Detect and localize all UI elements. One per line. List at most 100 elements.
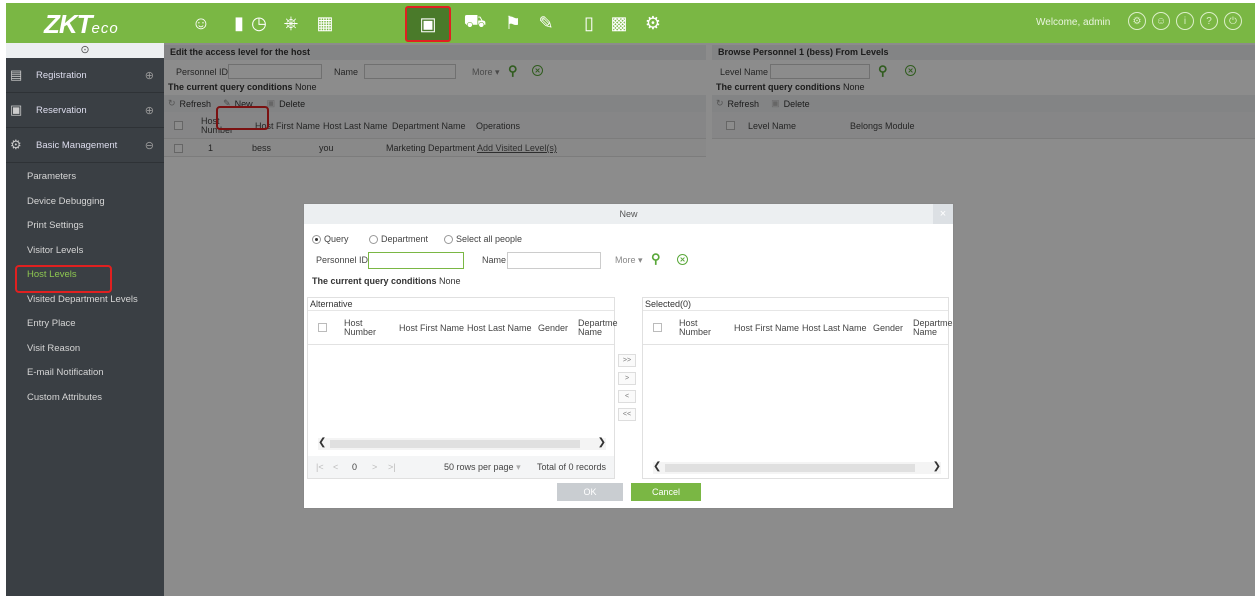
clock-icon[interactable]: ◷ — [246, 10, 272, 36]
pager: |< < 0 > >| 50 rows per page ▾ Total of … — [308, 456, 614, 478]
col-gender[interactable]: Gender — [873, 323, 903, 333]
elevator-icon[interactable]: ⎈ — [278, 10, 304, 36]
expand-icon[interactable]: ⊕ — [145, 69, 154, 82]
col-host-last-name[interactable]: Host Last Name — [802, 323, 867, 333]
horizontal-scrollbar[interactable]: ❮ ❯ — [318, 437, 606, 450]
move-right-button[interactable]: > — [618, 372, 636, 385]
sidebar-item-email-notification[interactable]: E-mail Notification — [6, 361, 164, 386]
visitor-module-icon[interactable]: ▣ — [405, 6, 451, 42]
col-gender[interactable]: Gender — [538, 323, 568, 333]
table-header: Host Number Host First Name Host Last Na… — [643, 311, 953, 345]
sidebar-item-custom-attributes[interactable]: Custom Attributes — [6, 386, 164, 411]
selected-grid: Selected(0) Host Number Host First Name … — [642, 297, 953, 479]
new-dialog: New × Query Department Select all people… — [303, 203, 954, 509]
col-department-name[interactable]: Departme Name — [913, 319, 953, 337]
name-label: Name — [482, 255, 507, 265]
sidebar-section-label: Reservation — [36, 104, 87, 116]
radio-dot — [369, 235, 378, 245]
selected-title: Selected(0) — [643, 298, 948, 311]
scroll-right-icon[interactable]: ❯ — [933, 461, 941, 472]
move-all-left-button[interactable]: << — [618, 408, 636, 421]
top-navigation-bar: ZKTeco ☺ ▮ ◷ ⎈ ▦ ▣ ⛟ ⚑ ✎ ▯ ▩ ⚙ Welcome, … — [6, 3, 1255, 43]
conditions-value: None — [439, 276, 461, 286]
prev-page-icon[interactable]: < — [333, 462, 338, 472]
info-icon[interactable]: i — [1176, 12, 1194, 30]
more-label: More — [615, 255, 636, 265]
radio-dot — [444, 235, 453, 245]
conditions-label: The current query conditions — [312, 276, 437, 286]
scroll-thumb[interactable] — [330, 440, 580, 448]
camera-icon[interactable]: ▩ — [606, 10, 632, 36]
scroll-left-icon[interactable]: ❮ — [653, 461, 661, 472]
horizontal-scrollbar[interactable]: ❮ ❯ — [653, 461, 941, 474]
dialog-titlebar: New × — [304, 204, 953, 224]
highlight-box — [15, 265, 112, 293]
personnel-id-label: Personnel ID — [316, 255, 369, 265]
sidebar-section-label: Basic Management — [36, 139, 118, 151]
document-icon: ▤ — [10, 67, 23, 82]
search-icon[interactable]: ⚲ — [651, 251, 661, 267]
sidebar-section-basic-management[interactable]: ⚙ Basic Management ⊖ — [6, 128, 164, 163]
scroll-left-icon[interactable]: ❮ — [318, 437, 326, 448]
collapse-sidebar-button[interactable]: ⊙ — [6, 43, 164, 58]
select-all-checkbox[interactable] — [318, 323, 327, 332]
monitor-icon: ▣ — [10, 102, 23, 117]
scroll-thumb[interactable] — [665, 464, 915, 472]
card-icon[interactable]: ✎ — [533, 10, 559, 36]
sidebar-section-reservation[interactable]: ▣ Reservation ⊕ — [6, 93, 164, 128]
alternative-title: Alternative — [308, 298, 614, 311]
sidebar-item-device-debugging[interactable]: Device Debugging — [6, 190, 164, 215]
dialog-title: New — [619, 209, 638, 219]
col-department-name[interactable]: Departme Name — [578, 319, 618, 337]
col-host-number[interactable]: Host Number — [679, 319, 711, 337]
gear-icon[interactable]: ⚙ — [1128, 12, 1146, 30]
col-host-first-name[interactable]: Host First Name — [734, 323, 799, 333]
zkteco-logo: ZKTeco — [44, 9, 119, 39]
col-host-first-name[interactable]: Host First Name — [399, 323, 464, 333]
ok-button[interactable]: OK — [557, 483, 623, 501]
first-page-icon[interactable]: |< — [316, 462, 324, 472]
settings-icon[interactable]: ⚙ — [640, 10, 666, 36]
clear-icon[interactable]: ✕ — [677, 254, 688, 265]
collapse-icon[interactable]: ⊖ — [145, 139, 154, 152]
next-page-icon[interactable]: > — [372, 462, 377, 472]
phone-icon[interactable]: ▯ — [576, 10, 602, 36]
user-icon[interactable]: ☺ — [1152, 12, 1170, 30]
page-number[interactable]: 0 — [352, 462, 357, 472]
close-icon[interactable]: × — [933, 204, 953, 224]
help-icon[interactable]: ? — [1200, 12, 1218, 30]
barcode-icon[interactable]: ▦ — [312, 10, 338, 36]
sidebar-section-registration[interactable]: ▤ Registration ⊕ — [6, 58, 164, 93]
person-icon[interactable]: ☺ — [188, 10, 214, 36]
col-host-last-name[interactable]: Host Last Name — [467, 323, 532, 333]
sidebar-item-entry-place[interactable]: Entry Place — [6, 312, 164, 337]
expand-icon[interactable]: ⊕ — [145, 104, 154, 117]
sidebar: ⊙ ▤ Registration ⊕ ▣ Reservation ⊕ ⚙ Bas… — [6, 43, 164, 596]
cancel-button[interactable]: Cancel — [631, 483, 701, 501]
rows-per-page-label: 50 rows per page — [444, 462, 514, 472]
more-dropdown[interactable]: More ▾ — [615, 255, 643, 266]
radio-query[interactable]: Query — [312, 234, 349, 245]
radio-department[interactable]: Department — [369, 234, 428, 245]
car-icon[interactable]: ⛟ — [462, 10, 488, 36]
sidebar-item-print-settings[interactable]: Print Settings — [6, 214, 164, 239]
sidebar-item-visitor-levels[interactable]: Visitor Levels — [6, 239, 164, 264]
total-records: Total of 0 records — [537, 462, 607, 472]
select-all-checkbox[interactable] — [653, 323, 662, 332]
patrol-icon[interactable]: ⚑ — [500, 10, 526, 36]
col-host-number[interactable]: Host Number — [344, 319, 376, 337]
personnel-id-input[interactable] — [368, 252, 464, 269]
rows-per-page-select[interactable]: 50 rows per page ▾ — [444, 462, 521, 473]
radio-select-all[interactable]: Select all people — [444, 234, 522, 245]
last-page-icon[interactable]: >| — [388, 462, 396, 472]
scroll-right-icon[interactable]: ❯ — [598, 437, 606, 448]
query-conditions: The current query conditions None — [304, 276, 953, 286]
alternative-grid: Alternative Host Number Host First Name … — [307, 297, 618, 479]
move-all-right-button[interactable]: >> — [618, 354, 636, 367]
sidebar-item-visit-reason[interactable]: Visit Reason — [6, 337, 164, 362]
name-input[interactable] — [507, 252, 601, 269]
move-left-button[interactable]: < — [618, 390, 636, 403]
sidebar-item-parameters[interactable]: Parameters — [6, 165, 164, 190]
radio-query-label: Query — [324, 234, 349, 244]
power-icon[interactable]: ⏻ — [1224, 12, 1242, 30]
